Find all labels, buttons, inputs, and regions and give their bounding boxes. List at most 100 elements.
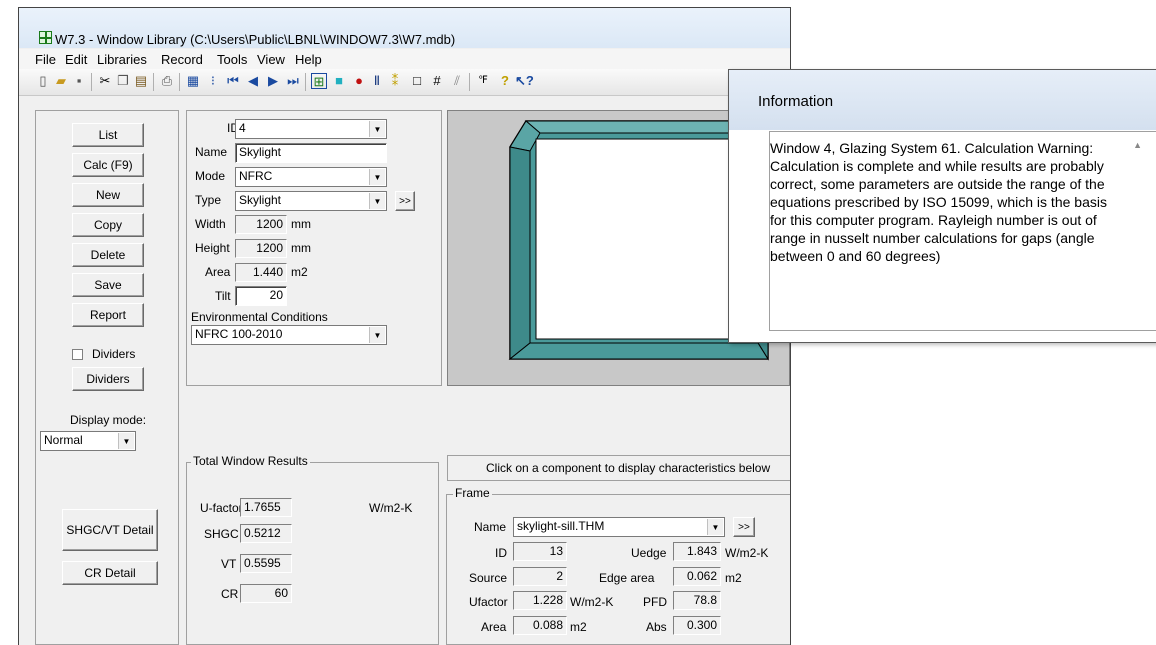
- help-icon[interactable]: ?: [497, 73, 513, 89]
- menu-edit[interactable]: Edit: [65, 52, 87, 67]
- area-unit: m2: [291, 265, 308, 279]
- frame-sill[interactable]: [508, 342, 769, 360]
- calc-button[interactable]: Calc (F9): [72, 153, 144, 177]
- list-button[interactable]: List: [72, 123, 144, 147]
- cut-icon[interactable]: ✂: [97, 73, 113, 89]
- paste-icon[interactable]: ▤: [133, 73, 149, 89]
- frame-source-value: 2: [513, 567, 567, 586]
- copy-icon[interactable]: ❐: [115, 73, 131, 89]
- menu-libraries[interactable]: Libraries: [97, 52, 147, 67]
- copy-button[interactable]: Copy: [72, 213, 144, 237]
- glazing-area[interactable]: [535, 138, 755, 340]
- mode-select[interactable]: NFRC ▼: [235, 167, 387, 187]
- total-window-results-group: [186, 462, 439, 645]
- menu-help[interactable]: Help: [295, 52, 322, 67]
- frame-jamb-left[interactable]: [509, 146, 531, 361]
- total-window-results-title: Total Window Results: [191, 454, 310, 468]
- units-icon[interactable]: ℉: [475, 73, 491, 89]
- display-mode-label: Display mode:: [70, 413, 147, 427]
- display-mode-select[interactable]: Normal ▼: [40, 431, 136, 451]
- previous-record-icon[interactable]: ◀: [245, 73, 261, 89]
- toolbar: ▯ ▰ ▪ ✂ ❐ ▤ ⎙ ▦ ⁝ ⏮ ◀ ▶ ⏭ ⊞ ■ ● Ⅱ ⁑ □ # …: [19, 69, 790, 96]
- cr-label: CR: [221, 587, 239, 601]
- menu-tools[interactable]: Tools: [217, 52, 247, 67]
- list-view-icon[interactable]: ⁝: [205, 73, 221, 89]
- cr-detail-button[interactable]: CR Detail: [62, 561, 158, 585]
- information-dialog-title: Information: [758, 93, 834, 110]
- shading-icon[interactable]: ⫽: [449, 73, 465, 89]
- dividers-button[interactable]: Dividers: [72, 367, 144, 391]
- grid-icon[interactable]: #: [429, 73, 445, 89]
- tilt-label: Tilt: [215, 289, 231, 303]
- main-window: W7.3 - Window Library (C:\Users\Public\L…: [18, 7, 791, 645]
- information-message-box[interactable]: Window 4, Glazing System 61. Calculation…: [769, 131, 1156, 331]
- context-help-icon[interactable]: ↖?: [515, 73, 534, 89]
- frame-more-button[interactable]: >>: [733, 517, 755, 537]
- glazing-icon[interactable]: ■: [331, 73, 347, 89]
- frame-area-unit: m2: [570, 620, 587, 634]
- title-bar[interactable]: W7.3 - Window Library (C:\Users\Public\L…: [19, 8, 790, 48]
- new-file-icon[interactable]: ▯: [35, 73, 51, 89]
- report-button[interactable]: Report: [72, 303, 144, 327]
- id-select[interactable]: 4 ▼: [235, 119, 387, 139]
- env-conditions-select[interactable]: NFRC 100-2010 ▼: [191, 325, 387, 345]
- component-hint-bar: Click on a component to display characte…: [447, 455, 790, 481]
- toolbar-separator: [91, 73, 92, 91]
- frame-area-value: 0.088: [513, 616, 567, 635]
- frame-name-label: Name: [474, 520, 507, 534]
- shgc-vt-detail-button[interactable]: SHGC/VT Detail: [62, 509, 158, 551]
- name-label: Name: [195, 145, 228, 159]
- type-select[interactable]: Skylight ▼: [235, 191, 387, 211]
- chevron-down-icon[interactable]: ▼: [707, 519, 723, 535]
- chevron-down-icon[interactable]: ▼: [369, 169, 385, 185]
- cr-value: 60: [240, 584, 292, 603]
- divider-icon[interactable]: □: [409, 73, 425, 89]
- save-disk-icon[interactable]: ▪: [71, 73, 87, 89]
- information-dialog: Information Window 4, Glazing System 61.…: [728, 69, 1156, 343]
- tilt-field[interactable]: 20: [235, 286, 287, 306]
- frame-area-label: Area: [481, 620, 507, 634]
- window-title: W7.3 - Window Library (C:\Users\Public\L…: [55, 32, 456, 47]
- spacer-icon[interactable]: ⁑: [387, 73, 403, 89]
- new-button[interactable]: New: [72, 183, 144, 207]
- chevron-down-icon[interactable]: ▼: [369, 121, 385, 137]
- app-window-icon: [39, 31, 52, 44]
- print-icon[interactable]: ⎙: [159, 73, 175, 89]
- menu-file[interactable]: File: [35, 52, 56, 67]
- chevron-down-icon[interactable]: ▼: [369, 193, 385, 209]
- chevron-down-icon[interactable]: ▼: [118, 433, 134, 449]
- ufactor-value: 1.7655: [240, 498, 292, 517]
- type-more-button[interactable]: >>: [395, 191, 415, 211]
- open-folder-icon[interactable]: ▰: [53, 73, 69, 89]
- frame-uedge-label: Uedge: [631, 546, 667, 560]
- frame-name-select[interactable]: skylight-sill.THM ▼: [513, 517, 725, 537]
- menu-record[interactable]: Record: [161, 52, 203, 67]
- window-icon[interactable]: ⊞: [311, 73, 327, 89]
- env-conditions-value: NFRC 100-2010: [195, 327, 283, 341]
- frame-icon[interactable]: Ⅱ: [369, 73, 385, 89]
- toolbar-separator: [179, 73, 180, 91]
- left-button-panel: List Calc (F9) New Copy Delete Save Repo…: [35, 110, 179, 645]
- menu-bar: File Edit Libraries Record Tools View He…: [19, 49, 790, 69]
- delete-button[interactable]: Delete: [72, 243, 144, 267]
- mode-label: Mode: [195, 169, 226, 183]
- shgc-label: SHGC: [204, 527, 239, 541]
- width-value: 1200: [235, 215, 287, 234]
- first-record-icon[interactable]: ⏮: [225, 73, 241, 89]
- frame-pfd-value: 78.8: [673, 591, 721, 610]
- chevron-down-icon[interactable]: ▼: [369, 327, 385, 343]
- information-dialog-titlebar[interactable]: Information: [729, 70, 1156, 130]
- frame-pfd-label: PFD: [643, 595, 667, 609]
- name-field[interactable]: Skylight: [235, 143, 387, 163]
- menu-view[interactable]: View: [257, 52, 285, 67]
- ufactor-label: U-factor: [200, 501, 243, 515]
- gas-icon[interactable]: ●: [351, 73, 367, 89]
- frame-source-label: Source: [469, 571, 508, 585]
- scroll-up-icon[interactable]: ▲: [1133, 140, 1142, 150]
- grid-view-icon[interactable]: ▦: [185, 73, 201, 89]
- next-record-icon[interactable]: ▶: [265, 73, 281, 89]
- frame-ufactor-value: 1.228: [513, 591, 567, 610]
- dividers-checkbox[interactable]: [72, 349, 83, 360]
- save-button[interactable]: Save: [72, 273, 144, 297]
- last-record-icon[interactable]: ⏭: [285, 73, 301, 89]
